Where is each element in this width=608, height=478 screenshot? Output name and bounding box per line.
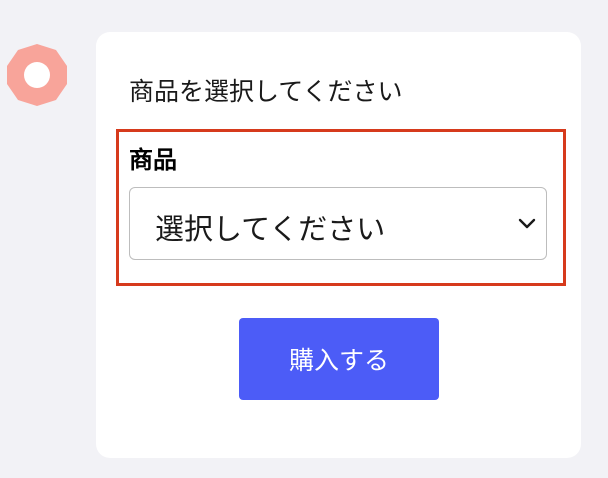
instruction-text: 商品を選択してください [129, 77, 403, 106]
product-select-value: 選択してください [155, 212, 386, 246]
chevron-down-icon [518, 218, 536, 229]
page: 商品を選択してください 商品 選択してください 購入する [0, 0, 608, 478]
product-label: 商品 [129, 146, 177, 174]
ring-icon [7, 44, 67, 106]
buy-button[interactable]: 購入する [239, 318, 439, 400]
product-select[interactable]: 選択してください [129, 187, 547, 260]
